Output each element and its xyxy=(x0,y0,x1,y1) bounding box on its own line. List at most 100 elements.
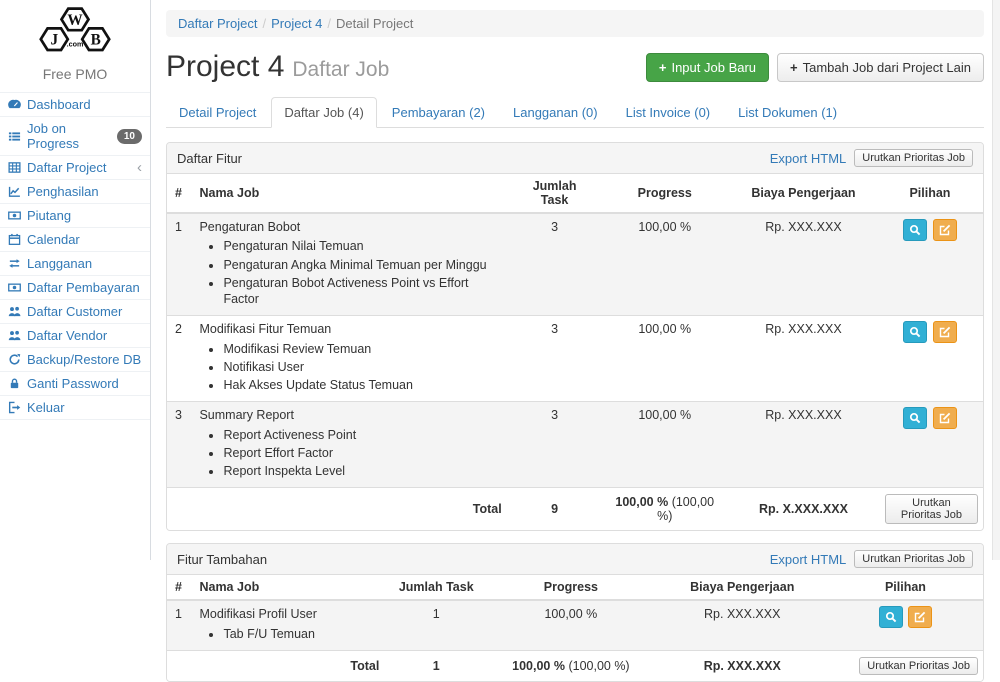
page-title: Project 4 xyxy=(166,50,284,83)
sidebar-item-langganan[interactable]: Langganan xyxy=(0,252,150,276)
total-tasks: 1 xyxy=(387,650,485,681)
money-icon xyxy=(7,281,21,295)
job-subitems: Modifikasi Review Temuan Notifikasi User… xyxy=(223,340,501,395)
column-header: Nama Job xyxy=(191,174,509,213)
column-header: Jumlah Task xyxy=(387,575,485,600)
svg-text:B: B xyxy=(91,32,101,49)
signout-icon xyxy=(7,401,21,415)
tab-detail-project[interactable]: Detail Project xyxy=(166,97,269,128)
job-name: Modifikasi Fitur Temuan xyxy=(199,321,501,337)
sidebar-item-daftar-customer[interactable]: Daftar Customer xyxy=(0,300,150,324)
tambah-job-dari-project-lain-button[interactable]: + Tambah Job dari Project Lain xyxy=(777,53,984,82)
scrollbar[interactable] xyxy=(992,0,1000,560)
money-icon xyxy=(7,209,21,223)
sidebar-item-label: Piutang xyxy=(27,208,71,223)
tab-langganan[interactable]: Langganan (0) xyxy=(500,97,611,128)
export-html-link[interactable]: Export HTML xyxy=(770,552,847,567)
job-name: Modifikasi Profil User xyxy=(199,606,379,622)
job-name: Summary Report xyxy=(199,407,501,423)
breadcrumb-separator: / xyxy=(327,16,331,31)
tab-pembayaran[interactable]: Pembayaran (2) xyxy=(379,97,498,128)
sidebar-item-penghasilan[interactable]: Penghasilan xyxy=(0,180,150,204)
total-label: Total xyxy=(191,488,509,531)
urutkan-prioritas-job-button[interactable]: Urutkan Prioritas Job xyxy=(885,494,978,524)
column-header: Jumlah Task xyxy=(510,174,600,213)
sidebar-item-piutang[interactable]: Piutang xyxy=(0,204,150,228)
sidebar-item-daftar-vendor[interactable]: Daftar Vendor xyxy=(0,324,150,348)
panel-title: Daftar Fitur xyxy=(177,151,242,166)
tab-list-invoice[interactable]: List Invoice (0) xyxy=(613,97,724,128)
retweet-icon xyxy=(7,257,21,271)
export-html-link[interactable]: Export HTML xyxy=(770,151,847,166)
sidebar-item-label: Penghasilan xyxy=(27,184,99,199)
users-icon xyxy=(7,329,21,343)
sidebar-item-ganti-password[interactable]: Ganti Password xyxy=(0,372,150,396)
urutkan-prioritas-job-button[interactable]: Urutkan Prioritas Job xyxy=(859,657,978,675)
total-progress: 100,00 % (100,00 %) xyxy=(485,650,656,681)
page-header: Project 4Daftar Job + Input Job Baru + T… xyxy=(166,50,984,84)
sidebar: W J B .com Free PMO Dashboard Job on Pro… xyxy=(0,0,151,560)
svg-text:J: J xyxy=(50,32,58,49)
tab-list-dokumen[interactable]: List Dokumen (1) xyxy=(725,97,850,128)
breadcrumb-link-project-4[interactable]: Project 4 xyxy=(271,16,322,31)
column-header: Biaya Pengerjaan xyxy=(657,575,828,600)
view-job-button[interactable] xyxy=(879,606,903,628)
column-header: # xyxy=(167,575,191,600)
urutkan-prioritas-job-button[interactable]: Urutkan Prioritas Job xyxy=(854,550,973,568)
table-row: 1 Modifikasi Profil User Tab F/U Temuan … xyxy=(167,600,983,650)
view-job-button[interactable] xyxy=(903,407,927,429)
sidebar-item-label: Daftar Vendor xyxy=(27,328,107,343)
view-job-button[interactable] xyxy=(903,219,927,241)
sidebar-item-job-on-progress[interactable]: Job on Progress 10 xyxy=(0,117,150,156)
sidebar-item-label: Dashboard xyxy=(27,97,91,112)
edit-job-button[interactable] xyxy=(933,219,957,241)
total-label: Total xyxy=(191,650,387,681)
sidebar-item-keluar[interactable]: Keluar xyxy=(0,396,150,420)
daftar-fitur-table: # Nama Job Jumlah Task Progress Biaya Pe… xyxy=(167,174,983,530)
tab-daftar-job[interactable]: Daftar Job (4) xyxy=(271,97,376,128)
chart-icon xyxy=(7,185,21,199)
column-header: Biaya Pengerjaan xyxy=(730,174,877,213)
sidebar-item-label: Daftar Project xyxy=(27,160,106,175)
count-badge: 10 xyxy=(117,129,142,144)
job-name: Pengaturan Bobot xyxy=(199,219,501,235)
edit-job-button[interactable] xyxy=(933,407,957,429)
list-icon xyxy=(7,129,21,143)
breadcrumb-link-daftar-project[interactable]: Daftar Project xyxy=(178,16,257,31)
plus-icon: + xyxy=(790,60,798,75)
panel-title: Fitur Tambahan xyxy=(177,552,267,567)
column-header: Nama Job xyxy=(191,575,387,600)
input-job-baru-button[interactable]: + Input Job Baru xyxy=(646,53,769,82)
refresh-icon xyxy=(7,353,21,367)
panel-daftar-fitur: Daftar Fitur Export HTML Urutkan Priorit… xyxy=(166,142,984,531)
sidebar-item-label: Daftar Pembayaran xyxy=(27,280,140,295)
sidebar-item-label: Ganti Password xyxy=(27,376,119,391)
column-header: Pilihan xyxy=(828,575,983,600)
gauge-icon xyxy=(7,98,21,112)
total-progress: 100,00 % (100,00 %) xyxy=(599,488,730,531)
edit-job-button[interactable] xyxy=(933,321,957,343)
sidebar-item-label: Backup/Restore DB xyxy=(27,352,141,367)
sidebar-item-daftar-project[interactable]: Daftar Project ‹ xyxy=(0,156,150,180)
sidebar-item-dashboard[interactable]: Dashboard xyxy=(0,93,150,117)
jwb-logo: W J B .com xyxy=(0,0,150,64)
plus-icon: + xyxy=(659,60,667,75)
sidebar-item-backup-restore-db[interactable]: Backup/Restore DB xyxy=(0,348,150,372)
total-cost: Rp. XXX.XXX xyxy=(657,650,828,681)
calendar-icon xyxy=(7,233,21,247)
total-row: Total 9 100,00 % (100,00 %) Rp. X.XXX.XX… xyxy=(167,488,983,531)
sidebar-item-calendar[interactable]: Calendar xyxy=(0,228,150,252)
view-job-button[interactable] xyxy=(903,321,927,343)
edit-job-button[interactable] xyxy=(908,606,932,628)
sidebar-item-daftar-pembayaran[interactable]: Daftar Pembayaran xyxy=(0,276,150,300)
panel-fitur-tambahan: Fitur Tambahan Export HTML Urutkan Prior… xyxy=(166,543,984,682)
sidebar-item-label: Job on Progress xyxy=(27,121,111,151)
column-header: Progress xyxy=(485,575,656,600)
column-header: Progress xyxy=(599,174,730,213)
table-icon xyxy=(7,161,21,175)
total-tasks: 9 xyxy=(510,488,600,531)
urutkan-prioritas-job-button[interactable]: Urutkan Prioritas Job xyxy=(854,149,973,167)
sidebar-item-label: Langganan xyxy=(27,256,92,271)
fitur-tambahan-table: # Nama Job Jumlah Task Progress Biaya Pe… xyxy=(167,575,983,681)
job-subitems: Report Activeness Point Report Effort Fa… xyxy=(223,426,501,481)
